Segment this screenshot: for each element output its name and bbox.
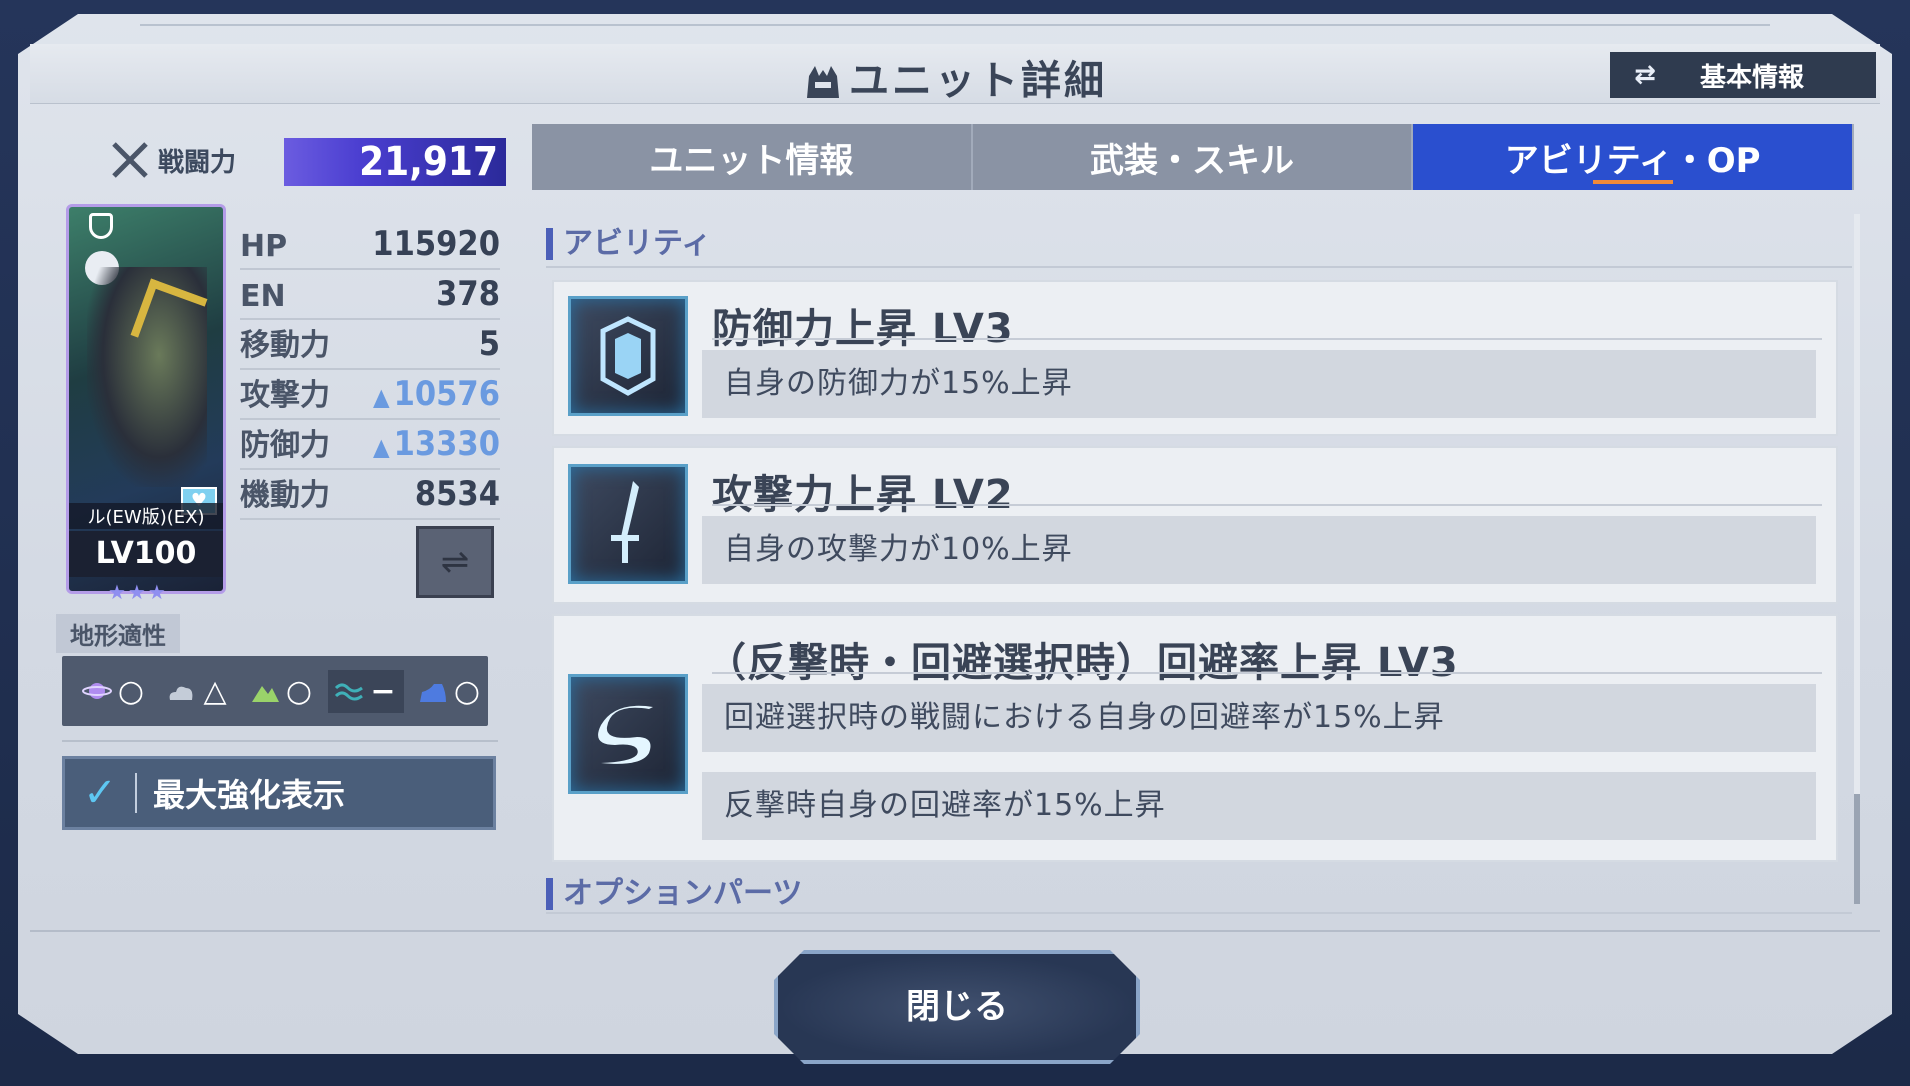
basic-info-button[interactable]: ⇄ 基本情報 <box>1610 52 1876 98</box>
evade-icon <box>568 674 688 794</box>
section-title-abilities: アビリティ <box>546 228 711 260</box>
up-arrow-icon: ▲ <box>372 433 390 461</box>
panel-top-line <box>140 24 1770 26</box>
gundam-head-icon <box>803 62 843 100</box>
ability-divider <box>712 338 1822 340</box>
section-title-option-parts: オプションパーツ <box>546 878 802 910</box>
tab-ability-op[interactable]: アビリティ・OP <box>1413 124 1855 190</box>
max-enhance-toggle[interactable]: ✓ 最大強化表示 <box>62 756 496 830</box>
form-change-button[interactable]: ⇌ <box>416 526 494 598</box>
terrain-label: 地形適性 <box>56 614 180 653</box>
wave-icon <box>334 683 363 701</box>
close-button[interactable]: 閉じる <box>774 950 1140 1064</box>
terrain-box: ○ △ ○ − ○ <box>62 656 488 726</box>
terrain-ground: ○ <box>244 670 320 713</box>
section-line <box>546 912 1852 914</box>
ability-name: 攻撃力上昇 LV2 <box>712 472 1014 518</box>
submarine-icon <box>420 684 446 702</box>
crossed-swords-icon <box>112 142 148 178</box>
ability-name: （反撃時・回避選択時）回避率上昇 LV3 <box>706 640 1459 686</box>
bottom-divider <box>30 930 1880 932</box>
ability-desc: 自身の攻撃力が10%上昇 <box>702 516 1816 584</box>
ability-desc: 自身の防御力が15%上昇 <box>702 350 1816 418</box>
ability-divider <box>712 504 1822 506</box>
terrain-space: ○ <box>76 670 152 713</box>
stat-row-move: 移動力 5 <box>240 320 500 370</box>
stat-row-mobility: 機動力 8534 <box>240 470 500 520</box>
ability-desc: 反撃時自身の回避率が15%上昇 <box>702 772 1816 840</box>
combat-power-label: 戦闘力 <box>110 140 236 180</box>
shuffle-icon: ⇄ <box>1634 60 1656 90</box>
unit-level: LV100 <box>69 531 223 577</box>
stats-list: HP 115920 EN 378 移動力 5 攻撃力 ▲ 10576 防御力 ▲ 1… <box>240 220 500 520</box>
scrollbar-thumb[interactable] <box>1854 794 1860 904</box>
terrain-air: △ <box>160 670 236 713</box>
ability-item: 攻撃力上昇 LV2 自身の攻撃力が10%上昇 <box>552 446 1838 604</box>
stat-row-defense: 防御力 ▲ 13330 <box>240 420 500 470</box>
section-line <box>546 266 1852 268</box>
stat-row-attack: 攻撃力 ▲ 10576 <box>240 370 500 420</box>
rarity-stars: ★★★ <box>108 580 168 604</box>
ability-name: 防御力上昇 LV3 <box>712 306 1014 352</box>
unit-card[interactable]: ♥ ル(EW版)(EX) LV100 <box>66 204 226 594</box>
mountain-icon <box>252 686 279 702</box>
ability-item: 防御力上昇 LV3 自身の防御力が15%上昇 <box>552 280 1838 436</box>
shield-icon <box>568 296 688 416</box>
ability-divider <box>712 672 1822 674</box>
ability-item: （反撃時・回避選択時）回避率上昇 LV3 回避選択時の戦闘における自身の回避率が… <box>552 614 1838 862</box>
tab-weapons-skills[interactable]: 武装・スキル <box>973 124 1414 190</box>
stat-row-en: EN 378 <box>240 270 500 320</box>
ability-desc: 回避選択時の戦闘における自身の回避率が15%上昇 <box>702 684 1816 752</box>
terrain-water: − <box>328 669 404 713</box>
stat-row-hp: HP 115920 <box>240 220 500 270</box>
sword-icon <box>568 464 688 584</box>
cloud-icon <box>169 686 193 700</box>
combat-power-value: 21,917 <box>284 138 506 186</box>
up-arrow-icon: ▲ <box>372 383 390 411</box>
transform-icon: ⇌ <box>440 542 470 582</box>
left-divider <box>62 740 498 742</box>
terrain-underwater: ○ <box>412 670 488 713</box>
checkmark-icon: ✓ <box>65 773 137 813</box>
unit-name: ル(EW版)(EX) <box>69 503 223 529</box>
planet-icon <box>82 683 112 699</box>
tab-unit-info[interactable]: ユニット情報 <box>532 124 973 190</box>
tab-bar: ユニット情報 武装・スキル アビリティ・OP <box>532 124 1855 190</box>
shield-badge-icon <box>89 213 113 239</box>
